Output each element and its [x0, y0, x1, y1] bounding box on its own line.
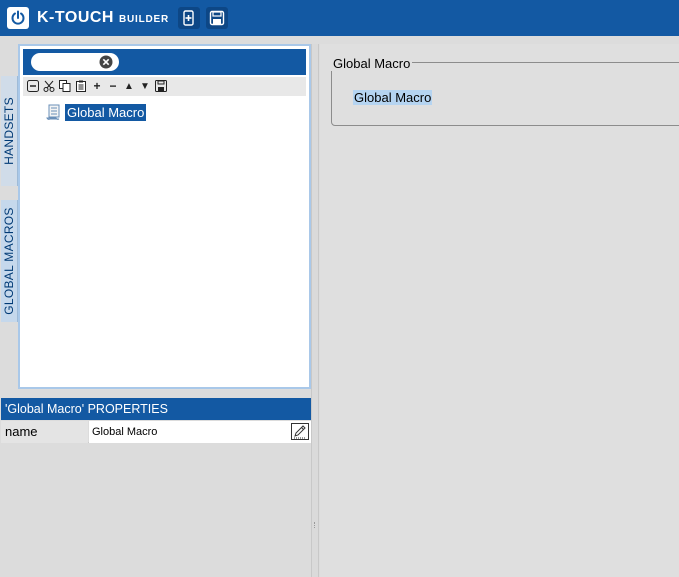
property-key: name: [1, 421, 88, 443]
tree-node-global-macro[interactable]: Global Macro: [45, 101, 147, 123]
tree-header: [23, 49, 306, 75]
detail-pane: Global Macro Global Macro: [320, 44, 679, 577]
properties-panel: 'Global Macro' PROPERTIES name Global Ma…: [0, 398, 311, 577]
save-button[interactable]: [206, 7, 228, 29]
macro-name-text[interactable]: Global Macro: [353, 90, 433, 105]
new-device-button[interactable]: [178, 7, 200, 29]
property-value-text: Global Macro: [92, 426, 158, 438]
brand-subtitle: BUILDER: [119, 14, 170, 25]
add-icon[interactable]: +: [90, 79, 104, 93]
property-row: name Global Macro: [1, 421, 311, 443]
tree-node-label: Global Macro: [65, 103, 147, 121]
tab-label: HANDSETS: [2, 97, 16, 165]
copy-icon[interactable]: [58, 79, 72, 93]
macro-tree-panel: + − ▲ ▼ Global Macro: [18, 44, 311, 389]
power-logo-icon: [7, 7, 29, 29]
tab-handsets[interactable]: HANDSETS: [1, 76, 18, 186]
app-header: K-TOUCH BUILDER: [0, 0, 679, 36]
move-up-icon[interactable]: ▲: [122, 79, 136, 93]
brand-name: K-TOUCH: [37, 9, 114, 26]
remove-icon[interactable]: −: [106, 79, 120, 93]
save-node-icon[interactable]: [154, 79, 168, 93]
fieldset-legend: Global Macro: [331, 56, 413, 71]
tab-global-macros[interactable]: GLOBAL MACROS: [1, 200, 18, 322]
splitter-grip-icon: [314, 522, 317, 528]
macro-script-icon: [46, 104, 60, 120]
tree-toolbar: + − ▲ ▼: [23, 77, 306, 96]
cut-icon[interactable]: [42, 79, 56, 93]
properties-title: 'Global Macro' PROPERTIES: [1, 398, 311, 420]
panel-splitter[interactable]: [311, 44, 319, 577]
collapse-all-icon[interactable]: [26, 79, 40, 93]
property-value[interactable]: Global Macro: [89, 421, 311, 443]
new-device-icon: [183, 10, 194, 26]
edit-pencil-icon[interactable]: [291, 423, 309, 440]
tab-label: GLOBAL MACROS: [2, 207, 16, 315]
vertical-tab-strip: HANDSETS GLOBAL MACROS: [0, 44, 18, 390]
save-icon: [209, 10, 225, 26]
paste-icon[interactable]: [74, 79, 88, 93]
move-down-icon[interactable]: ▼: [138, 79, 152, 93]
clear-search-icon[interactable]: [99, 55, 113, 69]
